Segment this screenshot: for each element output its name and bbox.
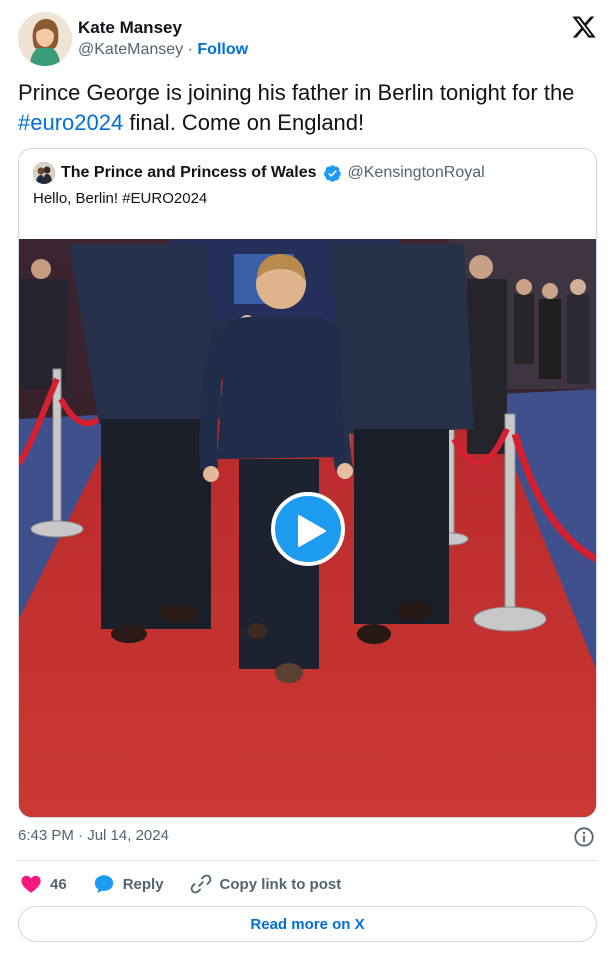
- post-timestamp[interactable]: 6:43 PM · Jul 14, 2024: [18, 827, 169, 844]
- follow-button[interactable]: Follow: [197, 41, 248, 58]
- author-handle[interactable]: @KateMansey: [78, 41, 183, 58]
- tweet-text-before: Prince George is joining his father in B…: [18, 80, 575, 105]
- quoted-tweet[interactable]: The Prince and Princess of Wales @Kensin…: [18, 148, 597, 818]
- video-thumbnail[interactable]: [19, 239, 596, 817]
- play-icon: [298, 515, 326, 547]
- divider: [18, 860, 597, 861]
- read-more-button[interactable]: Read more on X: [18, 906, 597, 942]
- author-handle-row: @KateMansey · Follow: [78, 39, 248, 61]
- copy-link-label: Copy link to post: [219, 875, 342, 893]
- reply-label: Reply: [122, 875, 164, 893]
- reply-button[interactable]: Reply: [93, 873, 164, 895]
- tweet-text-after: final. Come on England!: [123, 110, 365, 135]
- copy-link-button[interactable]: Copy link to post: [190, 873, 342, 895]
- author-avatar[interactable]: [18, 12, 72, 66]
- quote-author-handle[interactable]: @KensingtonRoyal: [348, 164, 485, 182]
- heart-icon: [21, 875, 41, 893]
- quote-text-before: Hello, Berlin!: [33, 190, 123, 207]
- action-bar: 46 Reply Copy link to post: [20, 870, 367, 898]
- hashtag-link[interactable]: #euro2024: [18, 110, 123, 135]
- verified-badge-icon: [323, 164, 341, 182]
- read-more-label: Read more on X: [250, 915, 365, 933]
- quote-avatar[interactable]: [33, 162, 55, 184]
- quote-hashtag-link[interactable]: #EURO2024: [122, 190, 207, 207]
- handle-separator: ·: [183, 41, 198, 58]
- tweet-text: Prince George is joining his father in B…: [18, 78, 598, 138]
- play-button[interactable]: [271, 492, 345, 566]
- tweet-header: Kate Mansey @KateMansey · Follow: [18, 12, 597, 68]
- quote-header: The Prince and Princess of Wales @Kensin…: [33, 161, 485, 185]
- quote-author-name[interactable]: The Prince and Princess of Wales: [61, 164, 317, 182]
- quote-text: Hello, Berlin! #EURO2024: [33, 189, 207, 209]
- info-icon[interactable]: [573, 826, 595, 848]
- link-icon: [190, 874, 211, 894]
- like-button[interactable]: 46: [20, 873, 67, 895]
- author-info: Kate Mansey @KateMansey · Follow: [78, 18, 248, 61]
- like-count: 46: [50, 875, 67, 893]
- x-logo-icon[interactable]: [571, 14, 597, 40]
- author-name[interactable]: Kate Mansey: [78, 18, 248, 38]
- reply-bubble-icon: [94, 875, 113, 894]
